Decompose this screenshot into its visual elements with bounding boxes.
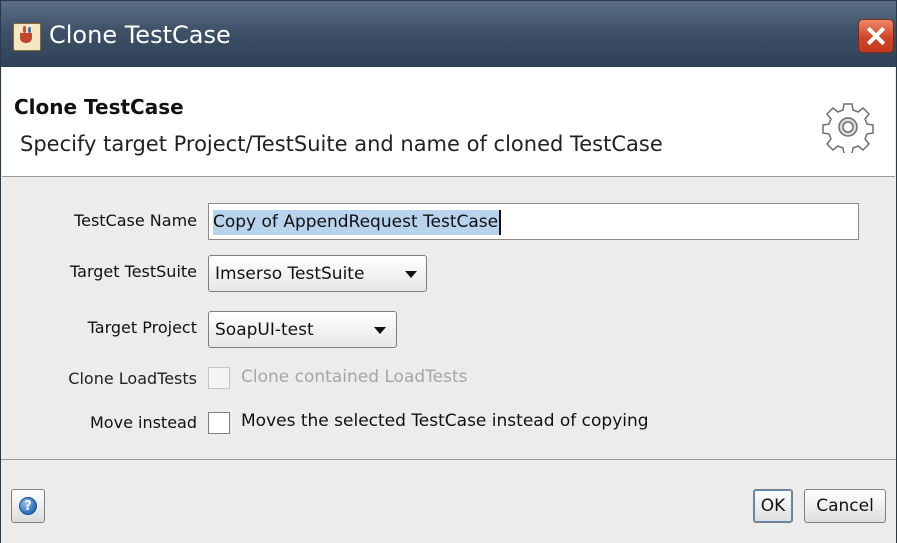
move-instead-checkbox[interactable] <box>208 412 230 434</box>
header-title: Clone TestCase <box>14 95 184 119</box>
java-app-icon <box>13 23 41 51</box>
clone-loadtests-label: Clone LoadTests <box>68 369 197 388</box>
gear-icon <box>822 103 874 153</box>
target-project-value: SoapUI-test <box>215 320 314 340</box>
header-description: Specify target Project/TestSuite and nam… <box>20 132 663 156</box>
clone-testcase-dialog: Clone TestCase Clone TestCase Specify ta… <box>0 0 897 543</box>
clone-loadtests-checkbox-label: Clone contained LoadTests <box>241 367 468 387</box>
testcase-name-input[interactable]: Copy of AppendRequest TestCase <box>208 203 859 240</box>
target-project-select[interactable]: SoapUI-test <box>208 311 397 348</box>
target-testsuite-value: Imserso TestSuite <box>215 264 365 284</box>
clone-form: TestCase Name Copy of AppendRequest Test… <box>1 177 896 459</box>
chevron-down-icon <box>374 327 386 334</box>
testcase-name-label: TestCase Name <box>74 211 197 230</box>
close-button[interactable] <box>858 19 894 53</box>
dialog-header: Clone TestCase Specify target Project/Te… <box>2 67 895 177</box>
testcase-name-value: Copy of AppendRequest TestCase <box>213 210 502 235</box>
target-project-label: Target Project <box>87 318 197 337</box>
move-instead-label: Move instead <box>90 413 197 432</box>
title-bar[interactable]: Clone TestCase <box>1 1 896 67</box>
help-button[interactable]: ? <box>11 489 45 523</box>
clone-loadtests-checkbox[interactable] <box>208 367 230 389</box>
cancel-button[interactable]: Cancel <box>804 489 886 523</box>
help-icon: ? <box>19 497 37 515</box>
move-instead-checkbox-label: Moves the selected TestCase instead of c… <box>241 411 649 431</box>
chevron-down-icon <box>405 271 417 278</box>
window-title: Clone TestCase <box>49 21 231 49</box>
target-testsuite-select[interactable]: Imserso TestSuite <box>208 255 427 292</box>
dialog-footer: ? OK Cancel <box>1 459 896 543</box>
ok-button[interactable]: OK <box>753 489 793 523</box>
target-testsuite-label: Target TestSuite <box>70 262 197 281</box>
